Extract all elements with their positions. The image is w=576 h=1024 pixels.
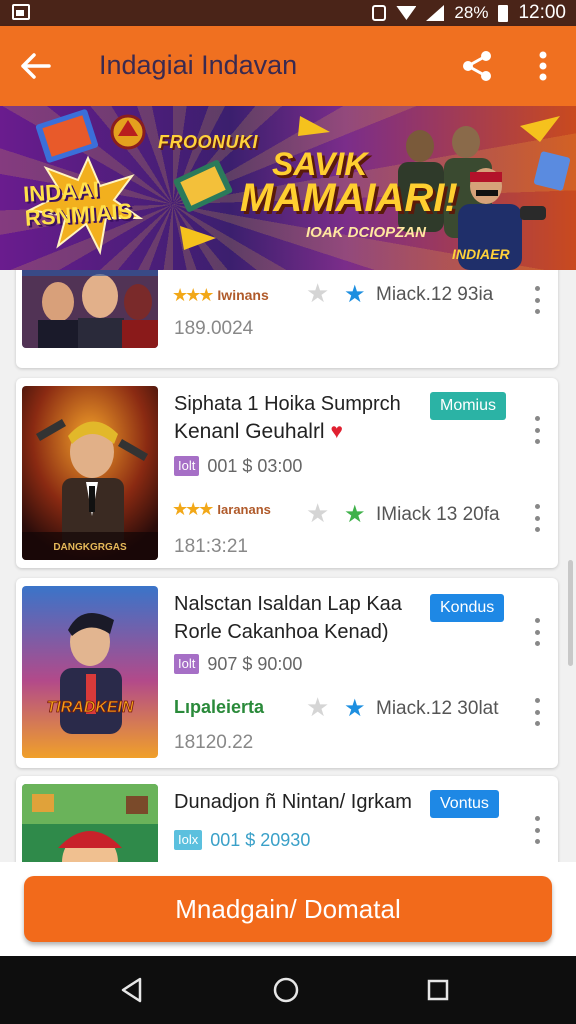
app-screen: 28% 12:00 Indagiai Indavan FROONUKI INDA… bbox=[0, 0, 576, 1024]
vibrate-icon bbox=[372, 5, 387, 21]
status-badge: Vontus bbox=[430, 790, 499, 818]
more-vert-icon[interactable] bbox=[532, 416, 542, 444]
meta-text: Miack.12 93ia bbox=[376, 284, 494, 305]
price-tag: Iolt bbox=[174, 654, 200, 674]
favorite-star-icon[interactable]: ★ bbox=[344, 280, 366, 309]
rating-text: Iaranans bbox=[217, 501, 271, 517]
battery-percent: 28% bbox=[454, 3, 489, 22]
favorite-star-icon[interactable]: ★ bbox=[344, 500, 366, 529]
more-vert-icon[interactable] bbox=[532, 698, 542, 726]
nav-back-icon[interactable] bbox=[112, 972, 152, 1008]
rating-stars-icon: ★★★ bbox=[172, 284, 214, 305]
app-bar: Indagiai Indavan bbox=[0, 26, 576, 106]
rating-text: Lıpaleierta bbox=[174, 696, 265, 717]
banner-headline-2: MAMAIARI! bbox=[240, 176, 458, 220]
list-item[interactable]: Dunadjon ñ Nintan/ Igrkam Vontus Iolx 00… bbox=[16, 776, 558, 862]
list-item[interactable]: TIRADKEIN Nalsctan Isaldan Lap Kaa Rorle… bbox=[16, 578, 558, 768]
date-text: 181:3:21 bbox=[174, 536, 248, 557]
signal-icon bbox=[426, 5, 445, 21]
game-thumbnail: TIRADKEIN bbox=[22, 586, 158, 758]
price-row: Iolt 907 $ 90:00 bbox=[174, 652, 302, 676]
download-button[interactable]: Mnadgain/ Domatal bbox=[24, 876, 552, 942]
more-vert-icon[interactable] bbox=[532, 286, 542, 314]
game-thumbnail bbox=[22, 784, 158, 862]
gallery-icon bbox=[12, 4, 30, 20]
more-vert-icon[interactable] bbox=[532, 816, 542, 844]
status-bar: 28% 12:00 bbox=[0, 0, 576, 26]
clock: 12:00 bbox=[518, 2, 566, 23]
status-badge: Momius bbox=[430, 392, 507, 420]
game-title-line-2: Rorle Cakanhoa Kenad) bbox=[174, 621, 389, 643]
rating-row: ★★★ Iaranans bbox=[172, 494, 271, 524]
bottom-action-area: Mnadgain/ Domatal bbox=[0, 862, 576, 956]
more-vert-icon[interactable] bbox=[532, 618, 542, 646]
favorite-star-outline-icon[interactable]: ★ bbox=[306, 278, 329, 309]
svg-text:DANGKGRGAS: DANGKGRGAS bbox=[53, 542, 127, 553]
banner-headline-top: FROONUKI bbox=[158, 132, 258, 152]
game-title-line-2: Kenanl Geuhalrl ♥ bbox=[174, 420, 343, 443]
page-title: Indagiai Indavan bbox=[99, 50, 298, 80]
back-arrow-icon[interactable] bbox=[18, 48, 54, 84]
battery-icon bbox=[498, 4, 509, 22]
rating-text: Iwinans bbox=[217, 287, 269, 303]
banner-corner-text: INDIAER bbox=[452, 246, 510, 262]
game-list[interactable]: ★★★ Iwinans ★ ★ Miack.12 93ia 189.0024 D… bbox=[0, 270, 576, 862]
price-text: 001 $ 03:00 bbox=[207, 455, 303, 476]
game-title-line-1: Siphata 1 Hoika Sumprch bbox=[174, 393, 401, 415]
rating-stars-icon: ★★★ bbox=[172, 498, 214, 519]
date-text: 189.0024 bbox=[174, 318, 254, 339]
favorite-star-outline-icon[interactable]: ★ bbox=[306, 498, 329, 529]
rating-row: ★★★ Iwinans bbox=[172, 280, 269, 310]
list-item[interactable]: DANGKGRGAS Siphata 1 Hoika Sumprch Kenan… bbox=[16, 378, 558, 568]
banner-subline: IOAK DCIOPZAN bbox=[306, 224, 426, 241]
date-text: 18120.22 bbox=[174, 732, 254, 753]
nav-home-icon[interactable] bbox=[266, 972, 306, 1008]
svg-text:TIRADKEIN: TIRADKEIN bbox=[46, 699, 134, 716]
more-vert-icon[interactable] bbox=[532, 504, 542, 532]
banner-badge-text: INDAAI RSNMIAIS bbox=[22, 176, 134, 231]
status-badge: Kondus bbox=[430, 594, 505, 622]
system-nav-bar bbox=[0, 956, 576, 1024]
wifi-icon bbox=[396, 6, 417, 20]
price-tag: Iolt bbox=[174, 456, 200, 476]
game-title-line-1: Nalsctan Isaldan Lap Kaa bbox=[174, 593, 402, 615]
price-row: Iolx 001 $ 20930 bbox=[174, 828, 310, 852]
rating-row: Lıpaleierta bbox=[172, 692, 264, 722]
meta-text: Miack.12 30lat bbox=[376, 698, 499, 719]
scrollbar[interactable] bbox=[568, 560, 573, 666]
more-vert-icon[interactable] bbox=[528, 48, 558, 84]
price-tag: Iolx bbox=[174, 830, 203, 850]
game-thumbnail: DANGKGRGAS bbox=[22, 386, 158, 560]
nav-recents-icon[interactable] bbox=[418, 972, 458, 1008]
favorite-star-icon[interactable]: ★ bbox=[344, 694, 366, 723]
share-icon[interactable] bbox=[460, 48, 496, 84]
price-text: 001 $ 20930 bbox=[210, 829, 311, 850]
list-item[interactable]: ★★★ Iwinans ★ ★ Miack.12 93ia 189.0024 bbox=[16, 270, 558, 368]
price-text: 907 $ 90:00 bbox=[207, 653, 303, 674]
favorite-star-outline-icon[interactable]: ★ bbox=[306, 692, 329, 723]
game-thumbnail bbox=[22, 270, 158, 348]
price-row: Iolt 001 $ 03:00 bbox=[174, 454, 302, 478]
promo-banner[interactable]: FROONUKI INDAAI RSNMIAIS SAVIK MAMAIARI!… bbox=[0, 106, 576, 270]
game-title-line-1: Dunadjon ñ Nintan/ Igrkam bbox=[174, 791, 412, 813]
meta-text: IMiack 13 20fa bbox=[376, 504, 500, 525]
